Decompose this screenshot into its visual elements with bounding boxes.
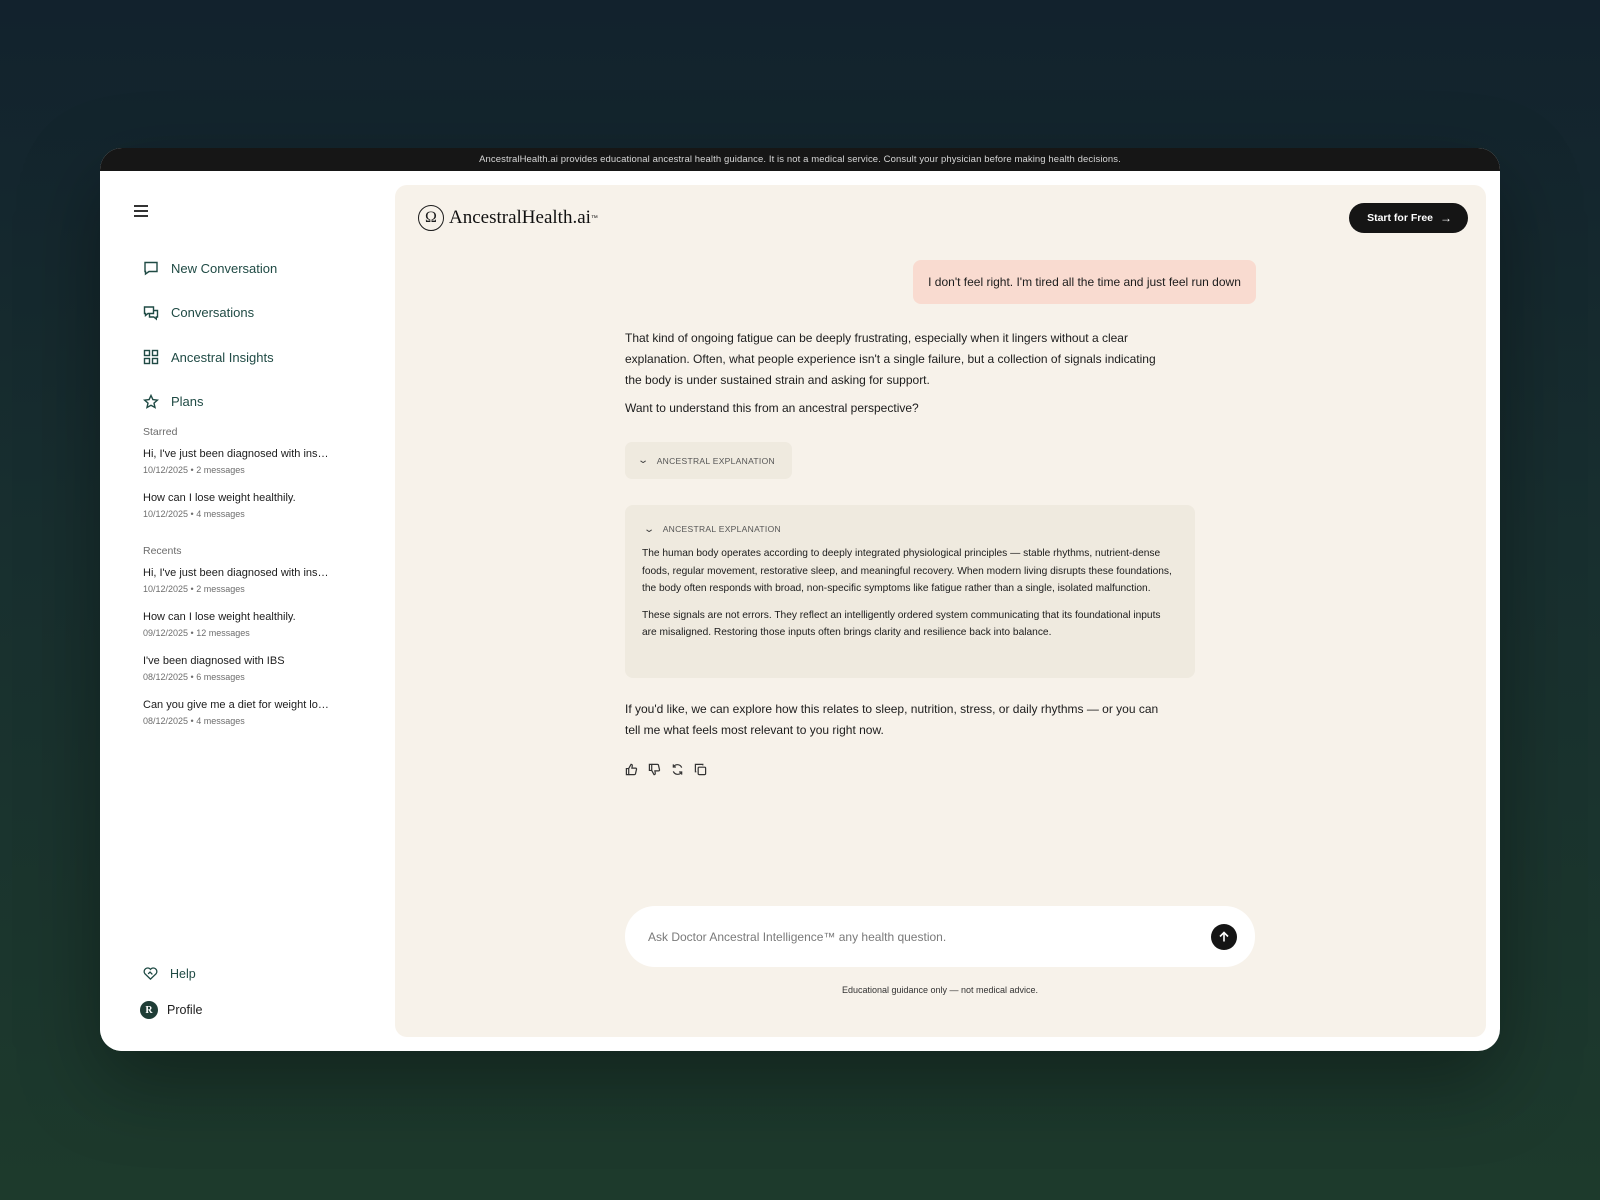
chat-panel: Ω AncestralHealth.ai ™ Start for Free → … [395,185,1486,1037]
chat-bubble-icon [144,262,158,276]
conversation-meta: 10/12/2025 • 2 messages [143,465,245,475]
list-item[interactable]: Hi, I've just been diagnosed with insuli… [143,567,343,611]
explanation-paragraph: These signals are not errors. They refle… [642,609,1161,639]
regenerate-icon[interactable] [671,763,684,776]
heart-handshake-icon [143,967,158,981]
start-for-free-button[interactable]: Start for Free → [1349,203,1468,233]
star-icon [143,393,159,409]
sidebar-nav: New Conversation Conversations Ancestral… [143,246,277,424]
profile-label: Profile [167,1003,203,1017]
list-item[interactable]: How can I lose weight healthily. 09/12/2… [143,611,343,655]
sidebar: New Conversation Conversations Ancestral… [100,171,395,1051]
conversation-title: Can you give me a diet for weight loss? [143,699,333,711]
ancestral-explanation-header[interactable]: ⌄ ANCESTRAL EXPLANATION [625,519,1195,539]
ancestral-explanation-panel: ⌄ ANCESTRAL EXPLANATION The human body o… [625,505,1195,678]
footnote: Educational guidance only — not medical … [841,985,1039,995]
assistant-paragraph: That kind of ongoing fatigue can be deep… [625,331,1156,387]
list-item[interactable]: I've been diagnosed with IBS 08/12/2025 … [143,655,343,699]
arrow-right-icon: → [1440,211,1452,225]
list-item[interactable]: How can I lose weight healthily. 10/12/2… [143,492,343,536]
brand-logo[interactable]: Ω AncestralHealth.ai ™ [418,205,598,231]
disclaimer-banner: AncestralHealth.ai provides educational … [100,148,1500,171]
recents-list: Hi, I've just been diagnosed with insuli… [143,567,343,743]
conversation-meta: 09/12/2025 • 12 messages [143,628,250,638]
logo-text: AncestralHealth.ai [449,207,591,228]
list-item[interactable]: Hi, I've just been diagnosed with insuli… [143,448,343,492]
start-button-label: Start for Free [1367,212,1433,224]
explanation-body: The human body operates according to dee… [625,539,1195,642]
chevron-down-icon: ⌄ [643,523,656,535]
explanation-label: ANCESTRAL EXPLANATION [656,455,775,466]
starred-list: Hi, I've just been diagnosed with insuli… [143,448,343,536]
assistant-message: That kind of ongoing fatigue can be deep… [625,328,1165,426]
chat-bubbles-icon [143,306,159,321]
help-label: Help [170,966,196,981]
recents-heading: Recents [143,545,182,557]
sidebar-item-new-conversation[interactable]: New Conversation [143,246,277,291]
conversation-title: I've been diagnosed with IBS [143,655,285,667]
help-link[interactable]: Help [143,966,196,981]
send-button[interactable] [1211,924,1237,950]
sidebar-item-label: Ancestral Insights [171,349,274,365]
sidebar-item-label: Plans [171,394,204,410]
conversation-meta: 08/12/2025 • 4 messages [143,716,245,726]
thumbs-down-icon[interactable] [648,763,661,776]
conversation-title: Hi, I've just been diagnosed with insuli… [143,448,333,460]
conversation-title: How can I lose weight healthily. [143,611,296,623]
omega-logo-icon: Ω [418,205,444,231]
grid-icon [143,350,159,365]
chat-composer [625,906,1255,967]
copy-icon[interactable] [694,763,707,776]
chevron-down-icon: ⌄ [637,455,650,466]
avatar: R [140,1001,158,1019]
ancestral-explanation-toggle[interactable]: ⌄ ANCESTRAL EXPLANATION [625,442,792,479]
conversation-meta: 10/12/2025 • 2 messages [143,584,245,594]
conversation-title: How can I lose weight healthily. [143,492,296,504]
sidebar-item-conversations[interactable]: Conversations [143,291,277,336]
sidebar-item-label: New Conversation [171,260,278,276]
conversation-meta: 10/12/2025 • 4 messages [143,509,245,519]
menu-icon[interactable] [134,205,148,220]
conversation-meta: 08/12/2025 • 6 messages [143,672,245,682]
sidebar-item-plans[interactable]: Plans [143,380,277,425]
user-message-bubble: I don't feel right. I'm tired all the ti… [913,260,1256,304]
conversation-title: Hi, I've just been diagnosed with insuli… [143,567,333,579]
sidebar-item-label: Conversations [171,305,255,321]
assistant-follow-up: If you'd like, we can explore how this r… [625,702,1159,737]
profile-link[interactable]: R Profile [140,1001,202,1019]
arrow-up-icon [1219,931,1229,942]
thumbs-up-icon[interactable] [625,763,638,776]
message-actions [625,763,717,776]
list-item[interactable]: Can you give me a diet for weight loss? … [143,699,343,743]
chat-input[interactable] [646,928,1190,945]
app-window: AncestralHealth.ai provides educational … [100,148,1500,1051]
trademark-mark: ™ [590,214,598,222]
sidebar-item-ancestral-insights[interactable]: Ancestral Insights [143,335,277,380]
explanation-label: ANCESTRAL EXPLANATION [662,524,781,534]
assistant-paragraph: Want to understand this from an ancestra… [625,401,919,415]
starred-heading: Starred [143,426,178,438]
explanation-paragraph: The human body operates according to dee… [642,548,1172,594]
